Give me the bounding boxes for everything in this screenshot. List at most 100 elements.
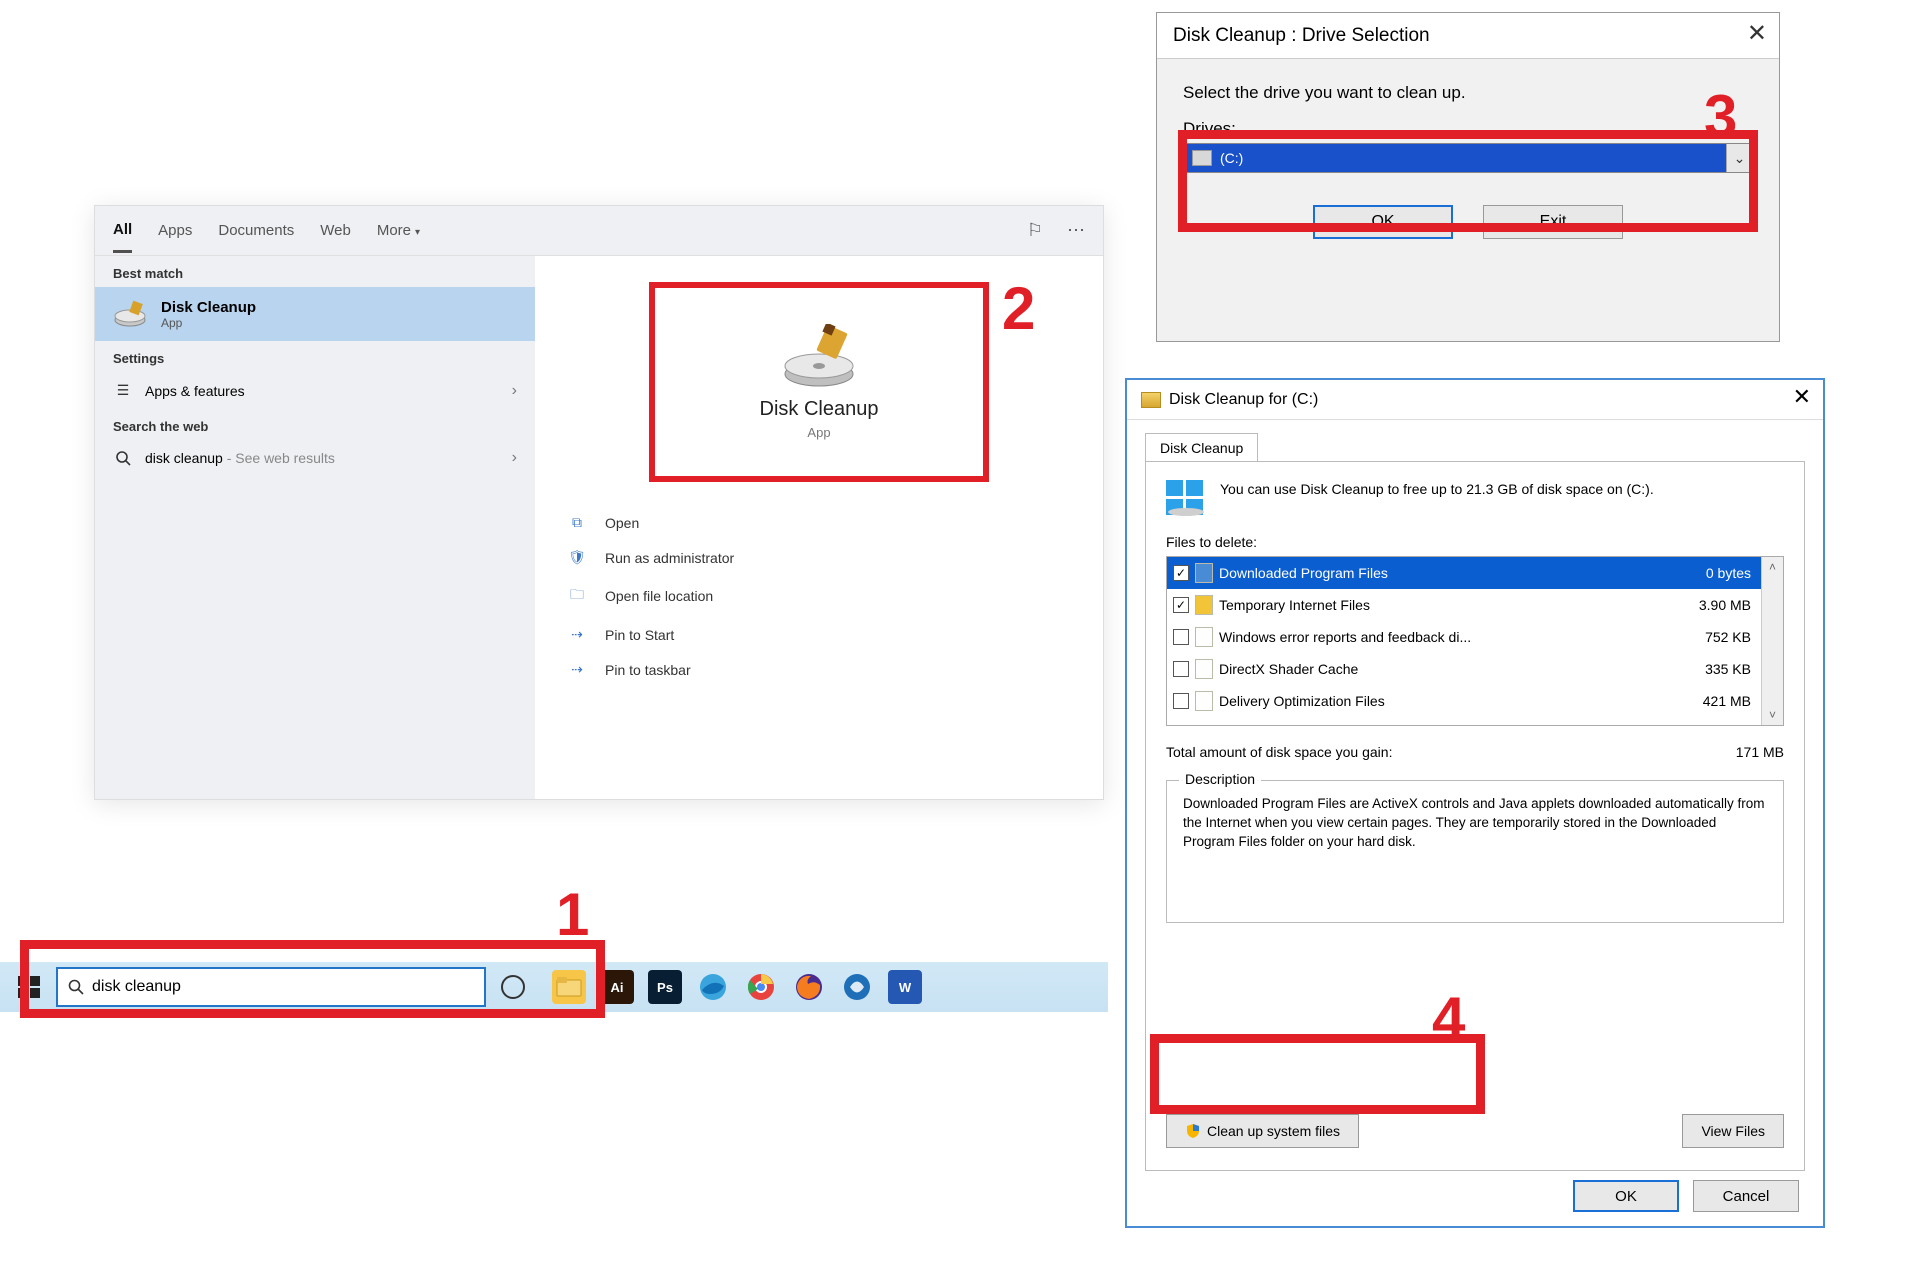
taskbar-photoshop-icon[interactable]: Ps bbox=[648, 970, 682, 1004]
clean-system-files-button[interactable]: Clean up system files bbox=[1166, 1114, 1359, 1148]
checkbox[interactable]: ✓ bbox=[1173, 597, 1189, 613]
search-icon bbox=[113, 451, 133, 466]
action-pin-start[interactable]: ⇢Pin to Start bbox=[565, 626, 1103, 643]
dialog-title: Disk Cleanup for (C:) bbox=[1169, 391, 1318, 409]
feedback-icon[interactable]: ⚐ bbox=[1027, 220, 1043, 241]
taskbar-illustrator-icon[interactable]: Ai bbox=[600, 970, 634, 1004]
disk-cleanup-icon bbox=[779, 324, 859, 388]
ok-button[interactable]: OK bbox=[1573, 1180, 1679, 1212]
file-name: Temporary Internet Files bbox=[1219, 597, 1669, 613]
scrollbar[interactable]: ˄˅ bbox=[1761, 557, 1783, 725]
file-type-icon bbox=[1195, 659, 1213, 679]
file-row[interactable]: ✓ Downloaded Program Files 0 bytes bbox=[1167, 557, 1761, 589]
total-label: Total amount of disk space you gain: bbox=[1166, 744, 1392, 760]
preview-actions: ⧉ Open 🛡Run as administrator 🗀Open file l… bbox=[565, 514, 1103, 678]
file-size: 0 bytes bbox=[1675, 565, 1755, 581]
file-name: Delivery Optimization Files bbox=[1219, 693, 1669, 709]
chevron-right-icon: › bbox=[512, 449, 517, 467]
scroll-up-icon[interactable]: ˄ bbox=[1769, 557, 1776, 577]
annotation-number-1: 1 bbox=[556, 880, 589, 949]
tab-documents[interactable]: Documents bbox=[218, 210, 294, 251]
files-to-delete-label: Files to delete: bbox=[1166, 534, 1784, 550]
group-search-web: Search the web bbox=[95, 409, 535, 440]
tab-more-label: More bbox=[377, 222, 411, 239]
more-options-icon[interactable]: ⋯ bbox=[1067, 220, 1085, 241]
action-label: Open bbox=[605, 515, 639, 531]
close-button[interactable]: ✕ bbox=[1793, 384, 1811, 410]
annotation-number-4: 4 bbox=[1432, 984, 1465, 1053]
file-type-icon bbox=[1195, 563, 1213, 583]
action-open[interactable]: ⧉ Open bbox=[565, 514, 1103, 531]
dialog-title-bar: Disk Cleanup : Drive Selection ✕ bbox=[1157, 13, 1779, 59]
total-value: 171 MB bbox=[1736, 744, 1784, 760]
description-text: Downloaded Program Files are ActiveX con… bbox=[1183, 795, 1767, 852]
tab-apps[interactable]: Apps bbox=[158, 210, 192, 251]
dialog-title-bar: Disk Cleanup for (C:) ✕ bbox=[1127, 380, 1823, 420]
action-open-location[interactable]: 🗀Open file location bbox=[565, 584, 1103, 608]
preview-subtitle: App bbox=[807, 425, 830, 440]
description-title: Description bbox=[1179, 771, 1261, 787]
result-subtitle: App bbox=[161, 316, 256, 330]
apps-features-icon: ☰ bbox=[113, 382, 133, 399]
file-name: DirectX Shader Cache bbox=[1219, 661, 1669, 677]
taskbar-firefox-icon[interactable] bbox=[792, 970, 826, 1004]
dialog-title: Disk Cleanup : Drive Selection bbox=[1173, 25, 1430, 47]
admin-icon: 🛡 bbox=[565, 549, 589, 566]
close-button[interactable]: ✕ bbox=[1747, 19, 1767, 48]
action-label: Pin to Start bbox=[605, 627, 674, 643]
file-row[interactable]: DirectX Shader Cache 335 KB bbox=[1167, 653, 1761, 685]
tab-web[interactable]: Web bbox=[320, 210, 351, 251]
result-web-disk-cleanup[interactable]: disk cleanup - See web results › bbox=[95, 440, 535, 476]
file-name: Downloaded Program Files bbox=[1219, 565, 1669, 581]
file-row[interactable]: ✓ Temporary Internet Files 3.90 MB bbox=[1167, 589, 1761, 621]
result-label: Apps & features bbox=[145, 383, 245, 399]
result-label: disk cleanup - See web results bbox=[145, 450, 335, 466]
group-best-match: Best match bbox=[95, 256, 535, 287]
taskbar-edge-icon[interactable] bbox=[696, 970, 730, 1004]
preview-title: Disk Cleanup bbox=[760, 398, 879, 421]
pin-icon: ⇢ bbox=[565, 661, 589, 678]
chevron-down-icon: ▾ bbox=[415, 227, 420, 238]
windows-drive-icon bbox=[1166, 480, 1206, 516]
file-size: 335 KB bbox=[1675, 661, 1755, 677]
button-label: Clean up system files bbox=[1207, 1123, 1340, 1139]
taskbar-app-icon[interactable] bbox=[840, 970, 874, 1004]
checkbox[interactable] bbox=[1173, 629, 1189, 645]
result-apps-features[interactable]: ☰ Apps & features › bbox=[95, 372, 535, 409]
file-row[interactable]: Windows error reports and feedback di...… bbox=[1167, 621, 1761, 653]
file-size: 3.90 MB bbox=[1675, 597, 1755, 613]
annotation-box-1 bbox=[20, 940, 605, 1018]
view-files-button[interactable]: View Files bbox=[1682, 1114, 1784, 1148]
tab-disk-cleanup[interactable]: Disk Cleanup bbox=[1145, 433, 1258, 462]
dialog-prompt: Select the drive you want to clean up. bbox=[1183, 83, 1753, 103]
disk-cleanup-icon bbox=[113, 297, 147, 331]
annotation-box-3 bbox=[1178, 130, 1758, 232]
file-type-icon bbox=[1195, 595, 1213, 615]
description-box: Description Downloaded Program Files are… bbox=[1166, 780, 1784, 923]
action-run-admin[interactable]: 🛡Run as administrator bbox=[565, 549, 1103, 566]
tab-more[interactable]: More ▾ bbox=[377, 210, 420, 251]
checkbox[interactable] bbox=[1173, 693, 1189, 709]
start-search-panel: All Apps Documents Web More ▾ ⚐ ⋯ Best ma… bbox=[94, 205, 1104, 800]
result-title: Disk Cleanup bbox=[161, 299, 256, 316]
file-row[interactable]: Delivery Optimization Files 421 MB bbox=[1167, 685, 1761, 717]
action-label: Open file location bbox=[605, 588, 713, 604]
scroll-down-icon[interactable]: ˅ bbox=[1769, 705, 1776, 725]
preview-hero: Disk Cleanup App bbox=[649, 282, 989, 482]
file-size: 421 MB bbox=[1675, 693, 1755, 709]
search-tabs: All Apps Documents Web More ▾ ⚐ ⋯ bbox=[95, 206, 1103, 256]
file-type-icon bbox=[1195, 691, 1213, 711]
group-settings: Settings bbox=[95, 341, 535, 372]
tab-all[interactable]: All bbox=[113, 209, 132, 253]
action-pin-taskbar[interactable]: ⇢Pin to taskbar bbox=[565, 661, 1103, 678]
result-disk-cleanup[interactable]: Disk Cleanup App bbox=[95, 287, 535, 341]
checkbox[interactable] bbox=[1173, 661, 1189, 677]
taskbar-word-icon[interactable]: W bbox=[888, 970, 922, 1004]
open-icon: ⧉ bbox=[565, 514, 589, 531]
checkbox[interactable]: ✓ bbox=[1173, 565, 1189, 581]
intro-text: You can use Disk Cleanup to free up to 2… bbox=[1220, 480, 1654, 516]
taskbar-chrome-icon[interactable] bbox=[744, 970, 778, 1004]
file-type-icon bbox=[1195, 627, 1213, 647]
search-results-list: Best match Disk Cleanup App Settings ☰ A… bbox=[95, 256, 535, 799]
cancel-button[interactable]: Cancel bbox=[1693, 1180, 1799, 1212]
